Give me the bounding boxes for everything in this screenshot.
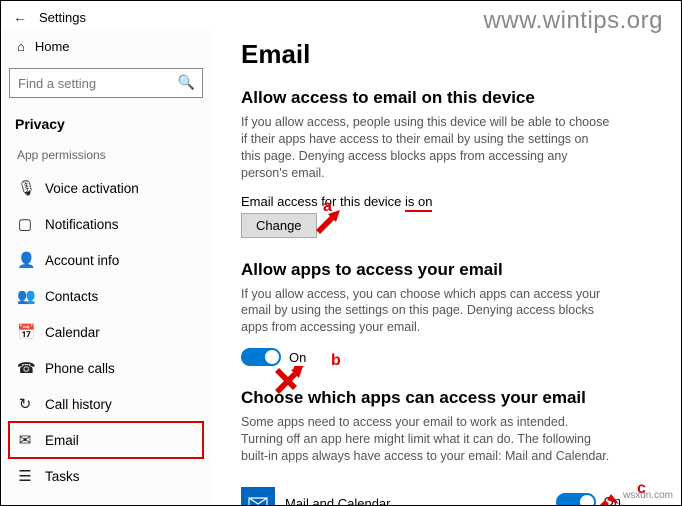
sidebar-item-label: Call history: [45, 397, 112, 412]
contacts-icon: 👥: [17, 287, 33, 305]
section-description: If you allow access, people using this d…: [241, 114, 611, 182]
back-icon[interactable]: ←: [13, 9, 27, 25]
section-description: Some apps need to access your email to w…: [241, 414, 611, 465]
section-device-access: Allow access to email on this device If …: [241, 88, 657, 238]
bell-icon: ▢: [17, 215, 33, 233]
search-input[interactable]: [9, 68, 203, 98]
sidebar-item-account-info[interactable]: 👤 Account info: [9, 242, 203, 278]
section-app-access: Allow apps to access your email If you a…: [241, 260, 657, 367]
window-title: Settings: [39, 10, 86, 25]
section-description: If you allow access, you can choose whic…: [241, 286, 611, 337]
sidebar-item-calendar[interactable]: 📅 Calendar: [9, 314, 203, 350]
status-value: is on: [405, 194, 432, 212]
section-choose-apps: Choose which apps can access your email …: [241, 388, 657, 505]
device-access-status: Email access for this device is on: [241, 194, 657, 209]
sidebar-item-label: Calendar: [45, 325, 100, 340]
sidebar-item-label: Voice activation: [45, 181, 139, 196]
sidebar: ⌂ Home 🔍 Privacy App permissions 🎙 Voice…: [1, 29, 211, 505]
source-credit: wsxdn.com: [623, 490, 673, 501]
person-icon: 👤: [17, 251, 33, 269]
change-button[interactable]: Change: [241, 213, 317, 238]
sidebar-item-label: Notifications: [45, 217, 119, 232]
section-heading: Choose which apps can access your email: [241, 388, 657, 408]
group-label: App permissions: [9, 142, 203, 170]
sidebar-item-call-history[interactable]: ↻ Call history: [9, 386, 203, 422]
toggle-label: On: [289, 350, 306, 365]
phone-icon: ☎: [17, 359, 33, 377]
sidebar-item-label: Account info: [45, 253, 119, 268]
sidebar-item-label: Phone calls: [45, 361, 115, 376]
app-row: Mail and Calendar On: [241, 477, 621, 505]
page-title: Email: [241, 39, 657, 70]
category-label: Privacy: [9, 112, 203, 142]
search-box[interactable]: 🔍: [9, 68, 203, 98]
section-heading: Allow access to email on this device: [241, 88, 657, 108]
home-icon: ⌂: [17, 39, 25, 54]
sidebar-item-label: Email: [45, 433, 79, 448]
sidebar-item-label: Tasks: [45, 469, 80, 484]
calendar-icon: 📅: [17, 323, 33, 341]
watermark-text: www.wintips.org: [483, 7, 663, 35]
app-name: Mail and Calendar: [285, 496, 391, 505]
sidebar-item-voice-activation[interactable]: 🎙 Voice activation: [9, 170, 203, 206]
mic-icon: 🎙: [17, 179, 33, 197]
sidebar-item-phone-calls[interactable]: ☎ Phone calls: [9, 350, 203, 386]
mail-icon: ✉: [17, 431, 33, 449]
history-icon: ↻: [17, 395, 33, 413]
mail-app-icon: [241, 487, 275, 505]
sidebar-item-contacts[interactable]: 👥 Contacts: [9, 278, 203, 314]
search-icon: 🔍: [178, 74, 195, 91]
toggle-label: On: [604, 494, 621, 505]
sidebar-item-notifications[interactable]: ▢ Notifications: [9, 206, 203, 242]
section-heading: Allow apps to access your email: [241, 260, 657, 280]
home-label: Home: [35, 39, 70, 54]
app-access-toggle[interactable]: [241, 348, 281, 366]
home-link[interactable]: ⌂ Home: [9, 33, 203, 60]
app-toggle[interactable]: [556, 493, 596, 505]
sidebar-item-tasks[interactable]: ☰ Tasks: [9, 458, 203, 494]
sidebar-item-email[interactable]: ✉ Email: [9, 422, 203, 458]
tasks-icon: ☰: [17, 467, 33, 485]
status-prefix: Email access for this device: [241, 194, 405, 209]
sidebar-item-label: Contacts: [45, 289, 98, 304]
main-content: Email Allow access to email on this devi…: [211, 29, 681, 505]
